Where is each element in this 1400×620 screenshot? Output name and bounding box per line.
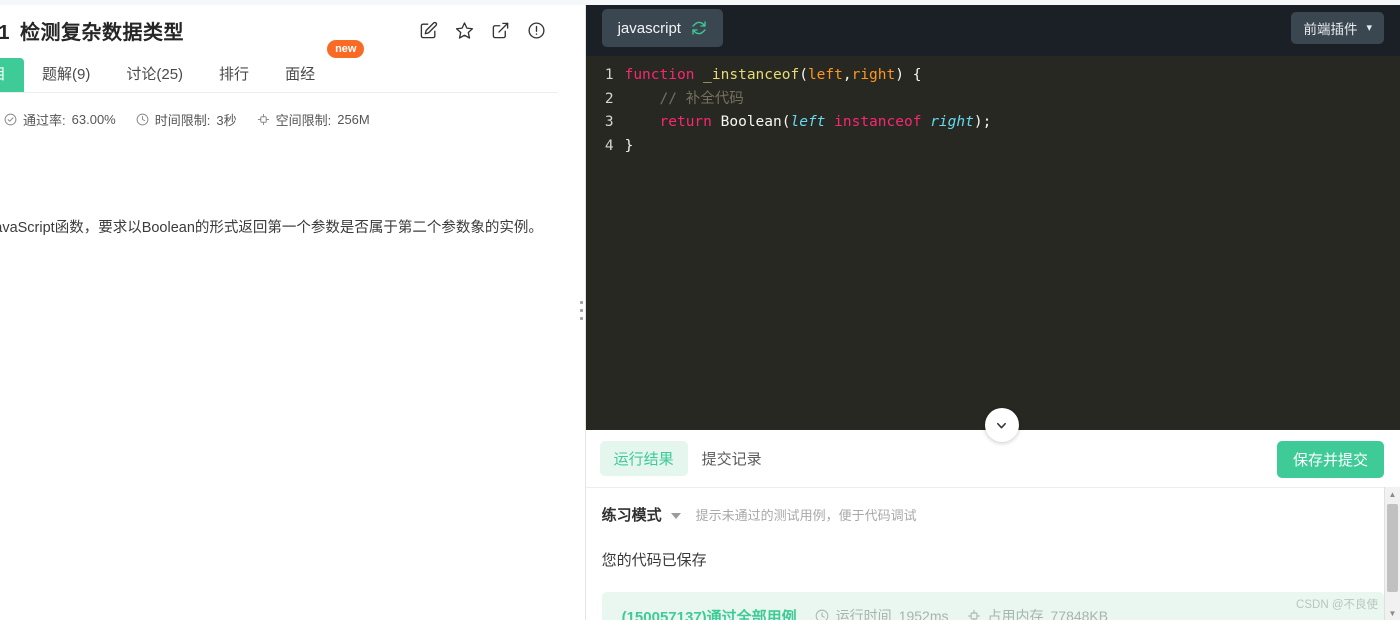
description-line-2: 象的实例。 xyxy=(470,220,543,236)
scroll-down-arrow-icon[interactable]: ▼ xyxy=(1385,606,1400,620)
chip-icon xyxy=(967,609,980,620)
tab-label: 面经 xyxy=(285,66,316,83)
caret-down-icon[interactable] xyxy=(670,513,681,519)
code-editor: javascript 前端插件 ▾ 1 function _instanceof… xyxy=(585,0,1400,430)
runtime-value: 1952ms xyxy=(898,608,949,620)
runtime-info: 运行时间 1952ms xyxy=(815,606,949,620)
plugin-label: 前端插件 xyxy=(1303,22,1358,37)
chevron-down-icon: ▾ xyxy=(1366,21,1373,34)
result-card[interactable]: (150057137)通过全部用例 运行时间 1952ms 占用内存 77848… xyxy=(601,592,1385,620)
practice-mode-selector[interactable]: 练习模式 xyxy=(602,504,662,525)
runtime-label: 运行时间 xyxy=(835,608,892,620)
refresh-icon[interactable] xyxy=(691,20,707,36)
line-content: return Boolean(left instanceof right); xyxy=(659,114,992,130)
language-tab[interactable]: javascript xyxy=(601,9,723,47)
title-row: ED21 检测复杂数据类型 xyxy=(0,16,558,45)
results-panel: 运行结果 提交记录 保存并提交 练习模式 提示未通过的测试用例，便于代码调试 您… xyxy=(585,430,1400,620)
splitter-grip-icon[interactable] xyxy=(579,300,583,320)
time-limit: 时间限制: 3秒 xyxy=(136,110,237,129)
tab-label: 运行结果 xyxy=(613,451,674,468)
code-line: 3 return Boolean(left instanceof right); xyxy=(586,111,1400,135)
share-icon[interactable] xyxy=(491,21,510,40)
pass-rate: 通过率: 63.00% xyxy=(4,110,116,129)
info-icon[interactable] xyxy=(527,21,546,40)
editor-panel: javascript 前端插件 ▾ 1 function _instanceof… xyxy=(585,0,1400,620)
scrollbar-thumb[interactable] xyxy=(1387,504,1399,592)
description-text: 补全JavaScript函数，要求以Boolean的形式返回第一个参数是否属于第… xyxy=(0,216,576,241)
save-and-submit-button[interactable]: 保存并提交 xyxy=(1277,441,1385,478)
description-heading: 述 xyxy=(0,173,558,198)
chip-icon xyxy=(257,113,269,126)
problem-header: ED21 检测复杂数据类型 xyxy=(0,0,578,241)
problem-workspace: ED21 检测复杂数据类型 xyxy=(0,0,1400,620)
tab-label: 排行 xyxy=(219,66,250,83)
saved-status-text: 您的代码已保存 xyxy=(601,552,707,569)
panel-splitter[interactable] xyxy=(577,0,586,620)
scroll-up-arrow-icon[interactable]: ▲ xyxy=(1385,487,1400,501)
chevron-down-icon xyxy=(997,422,1007,428)
space-limit: 空间限制: 256M xyxy=(257,110,370,129)
clock-icon xyxy=(136,113,149,126)
problem-panel: ED21 检测复杂数据类型 xyxy=(0,0,578,620)
code-line: 1 function _instanceof(left,right) { xyxy=(586,64,1400,88)
line-number: 1 xyxy=(604,67,614,83)
code-line: 4 } xyxy=(586,135,1400,159)
editor-toolbar: javascript 前端插件 ▾ xyxy=(585,0,1400,56)
pass-rate-value: 63.00% xyxy=(71,112,116,127)
space-limit-label: 空间限制: xyxy=(275,113,332,128)
problem-number: ED21 xyxy=(0,22,11,44)
new-badge: new xyxy=(327,40,365,58)
tab-排行[interactable]: 排行 xyxy=(201,58,267,92)
line-number: 4 xyxy=(604,137,614,154)
mode-hint-text: 提示未通过的测试用例，便于代码调试 xyxy=(695,508,917,523)
pass-rate-label: 通过率: xyxy=(23,113,66,128)
tab-label: 题解(9) xyxy=(42,66,91,83)
line-number: 2 xyxy=(604,90,614,107)
tab-题目[interactable]: 题目 xyxy=(0,58,25,92)
results-body: 练习模式 提示未通过的测试用例，便于代码调试 您的代码已保存 (15005713… xyxy=(586,488,1400,620)
tab-面经[interactable]: 面经 new xyxy=(267,40,365,92)
result-id: (150057137) xyxy=(621,608,707,620)
time-limit-label: 时间限制: xyxy=(154,113,211,128)
plugin-dropdown[interactable]: 前端插件 ▾ xyxy=(1291,12,1385,44)
tab-run-result[interactable]: 运行结果 xyxy=(599,441,688,476)
memory-value: 77848KB xyxy=(1050,608,1109,620)
line-content: // 补全代码 xyxy=(624,90,744,107)
space-limit-value: 256M xyxy=(337,112,370,127)
language-label: javascript xyxy=(617,19,681,37)
line-number: 3 xyxy=(604,114,614,130)
clock-icon xyxy=(815,609,829,620)
title-icon-group xyxy=(419,21,558,40)
tab-label: 提交记录 xyxy=(701,451,762,468)
note-edit-icon[interactable] xyxy=(419,21,438,40)
time-limit-value: 3秒 xyxy=(216,113,237,128)
tab-讨论[interactable]: 讨论(25) xyxy=(108,58,201,92)
mode-row: 练习模式 提示未通过的测试用例，便于代码调试 xyxy=(602,504,1384,525)
code-line: 2 // 补全代码 xyxy=(586,88,1400,112)
code-area[interactable]: 1 function _instanceof(left,right) { 2 /… xyxy=(586,56,1400,158)
problem-meta: 中等 通过率: 63.00% 时间限制: 3秒 空间限制: 256M xyxy=(0,110,558,129)
tab-题解[interactable]: 题解(9) xyxy=(24,58,108,92)
check-circle-icon xyxy=(4,113,17,126)
star-icon[interactable] xyxy=(455,21,474,40)
page-title: ED21 检测复杂数据类型 xyxy=(0,16,184,45)
line-content: } xyxy=(624,137,634,154)
problem-title-text: 检测复杂数据类型 xyxy=(20,22,185,44)
result-status-text: 通过全部用例 xyxy=(706,608,797,620)
tab-label: 讨论(25) xyxy=(126,66,184,83)
top-strip xyxy=(0,0,1400,5)
collapse-panel-button[interactable] xyxy=(984,408,1019,442)
memory-label: 占用内存 xyxy=(987,608,1044,620)
description-line-1: 补全JavaScript函数，要求以Boolean的形式返回第一个参数是否属于第… xyxy=(0,220,471,236)
tab-label: 题目 xyxy=(0,66,6,83)
results-scrollbar[interactable]: ▲ ▼ xyxy=(1384,487,1400,620)
memory-info: 占用内存 77848KB xyxy=(967,606,1109,620)
line-content: function _instanceof(left,right) { xyxy=(624,67,922,83)
result-status: (150057137)通过全部用例 xyxy=(622,606,797,620)
problem-tabs: 题目 题解(9) 讨论(25) 排行 面经 new xyxy=(0,40,558,93)
tab-submission-history[interactable]: 提交记录 xyxy=(688,441,776,476)
